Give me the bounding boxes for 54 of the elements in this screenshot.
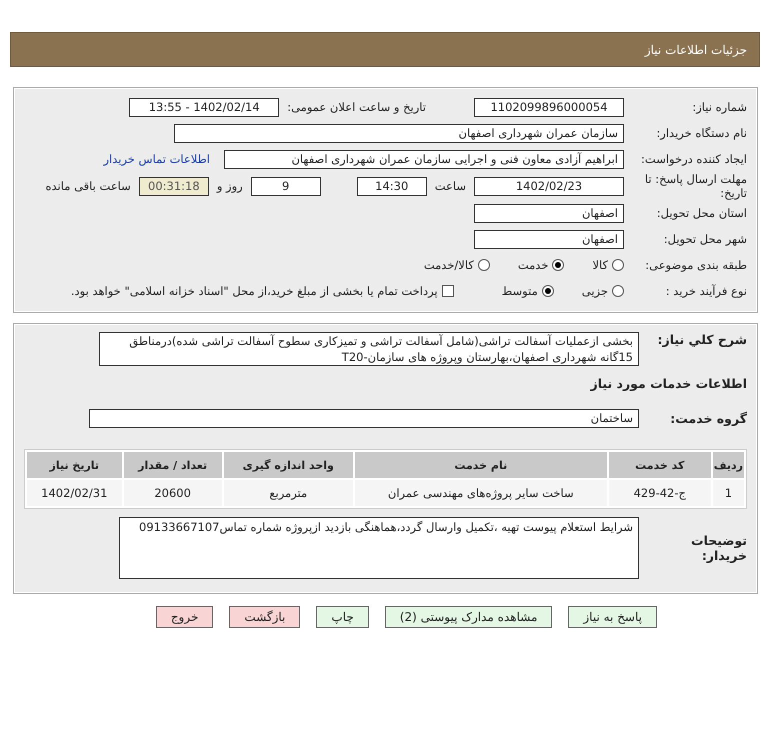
buyer-org-field: سازمان عمران شهرداری اصفهان [174,124,624,142]
action-button[interactable]: مشاهده مدارک پیوستی (2) [384,606,552,628]
column-header: نام خدمت [354,452,607,478]
field-label: مهلت ارسال پاسخ: تا تاریخ: [644,172,747,200]
buyer-contact-link[interactable]: اطلاعات تماس خریدار [103,152,210,166]
column-header: تعداد / مقدار [124,452,222,478]
field-label: روز و [216,179,243,193]
column-header: واحد اندازه گیری [224,452,353,478]
field-label: گروه خدمت: [669,410,747,426]
table-cell: مترمربع [224,480,353,506]
city-field: اصفهان [474,230,624,248]
page-title: جزئیات اطلاعات نیاز [644,42,747,56]
column-header: ردیف [712,452,744,478]
action-button[interactable]: خروج [156,606,214,628]
field-label: استان محل تحویل: [656,206,747,220]
field-label: ساعت باقی مانده [46,179,131,193]
field-label: شهر محل تحویل: [662,232,747,246]
column-header: تاریخ نیاز [27,452,122,478]
service-group-field: ساختمان [89,408,639,428]
section-heading: اطلاعات خدمات مورد نیاز [589,376,747,391]
description-field: بخشی ازعملیات آسفالت تراشی(شامل آسفالت تراشی و تمیزکاری سطوح آسفالت تراشی شده)درمناطق 15گانه شهرداری اصفهان،بهارستان وپروژه های سازمان-T20 [99,332,639,366]
field-label: ساعت [434,179,466,193]
requester-field: ابراهیم آزادی معاون فنی و اجرایی سازمان عمران شهرداری اصفهان [224,150,624,168]
field-label: تاریخ و ساعت اعلان عمومی: [287,100,426,114]
column-header: کد خدمت [608,452,711,478]
field-label: توضیحات خریدار: [690,533,747,563]
deadline-time-field: 14:30 [356,176,427,196]
days-field: 9 [250,176,321,196]
table-cell: 1402/02/31 [27,480,122,506]
radio-option[interactable]: کالا [592,258,624,272]
payment-checkbox[interactable]: پرداخت تمام یا بخشی از مبلغ خرید،از محل "اسناد خزانه اسلامی" خواهد بود. [70,284,454,298]
need-number-field: 1102099896000054 [474,98,624,116]
province-field: اصفهان [474,204,624,222]
deadline-date-field: 1402/02/23 [474,176,624,196]
action-button[interactable]: بازگشت [229,606,300,628]
radio-option[interactable]: جزیی [582,284,624,298]
field-label: نوع فرآیند خرید : [664,284,747,298]
remaining-time-field: 00:31:18 [138,176,209,196]
field-label: شماره نیاز: [691,100,747,114]
field-label: طبقه بندی موضوعی: [644,258,747,272]
action-button[interactable]: پاسخ به نیاز [568,606,657,628]
table-cell: 20600 [124,480,222,506]
radio-option[interactable]: کالا/خدمت [424,258,490,272]
announce-date-field: 1402/02/14 - 13:55 [129,98,280,116]
field-label: ایجاد کننده درخواست: [640,152,747,166]
buyer-notes-field: شرایط استعلام پیوست تهیه ،تکمیل وارسال گردد،هماهنگی بازدید ازپروژه شماره تماس09133667107 [119,517,639,579]
radio-option[interactable]: متوسط [502,284,554,298]
radio-option[interactable]: خدمت [518,258,564,272]
action-button[interactable]: چاپ [316,606,369,628]
table-cell: ساخت سایر پروژه‌های مهندسی عمران [354,480,607,506]
field-label: شرح کلي نياز: [656,332,747,347]
table-cell: 1 [712,480,744,506]
field-label: نام دستگاه خریدار: [655,126,747,140]
table-cell: ج-42-429 [608,480,711,506]
